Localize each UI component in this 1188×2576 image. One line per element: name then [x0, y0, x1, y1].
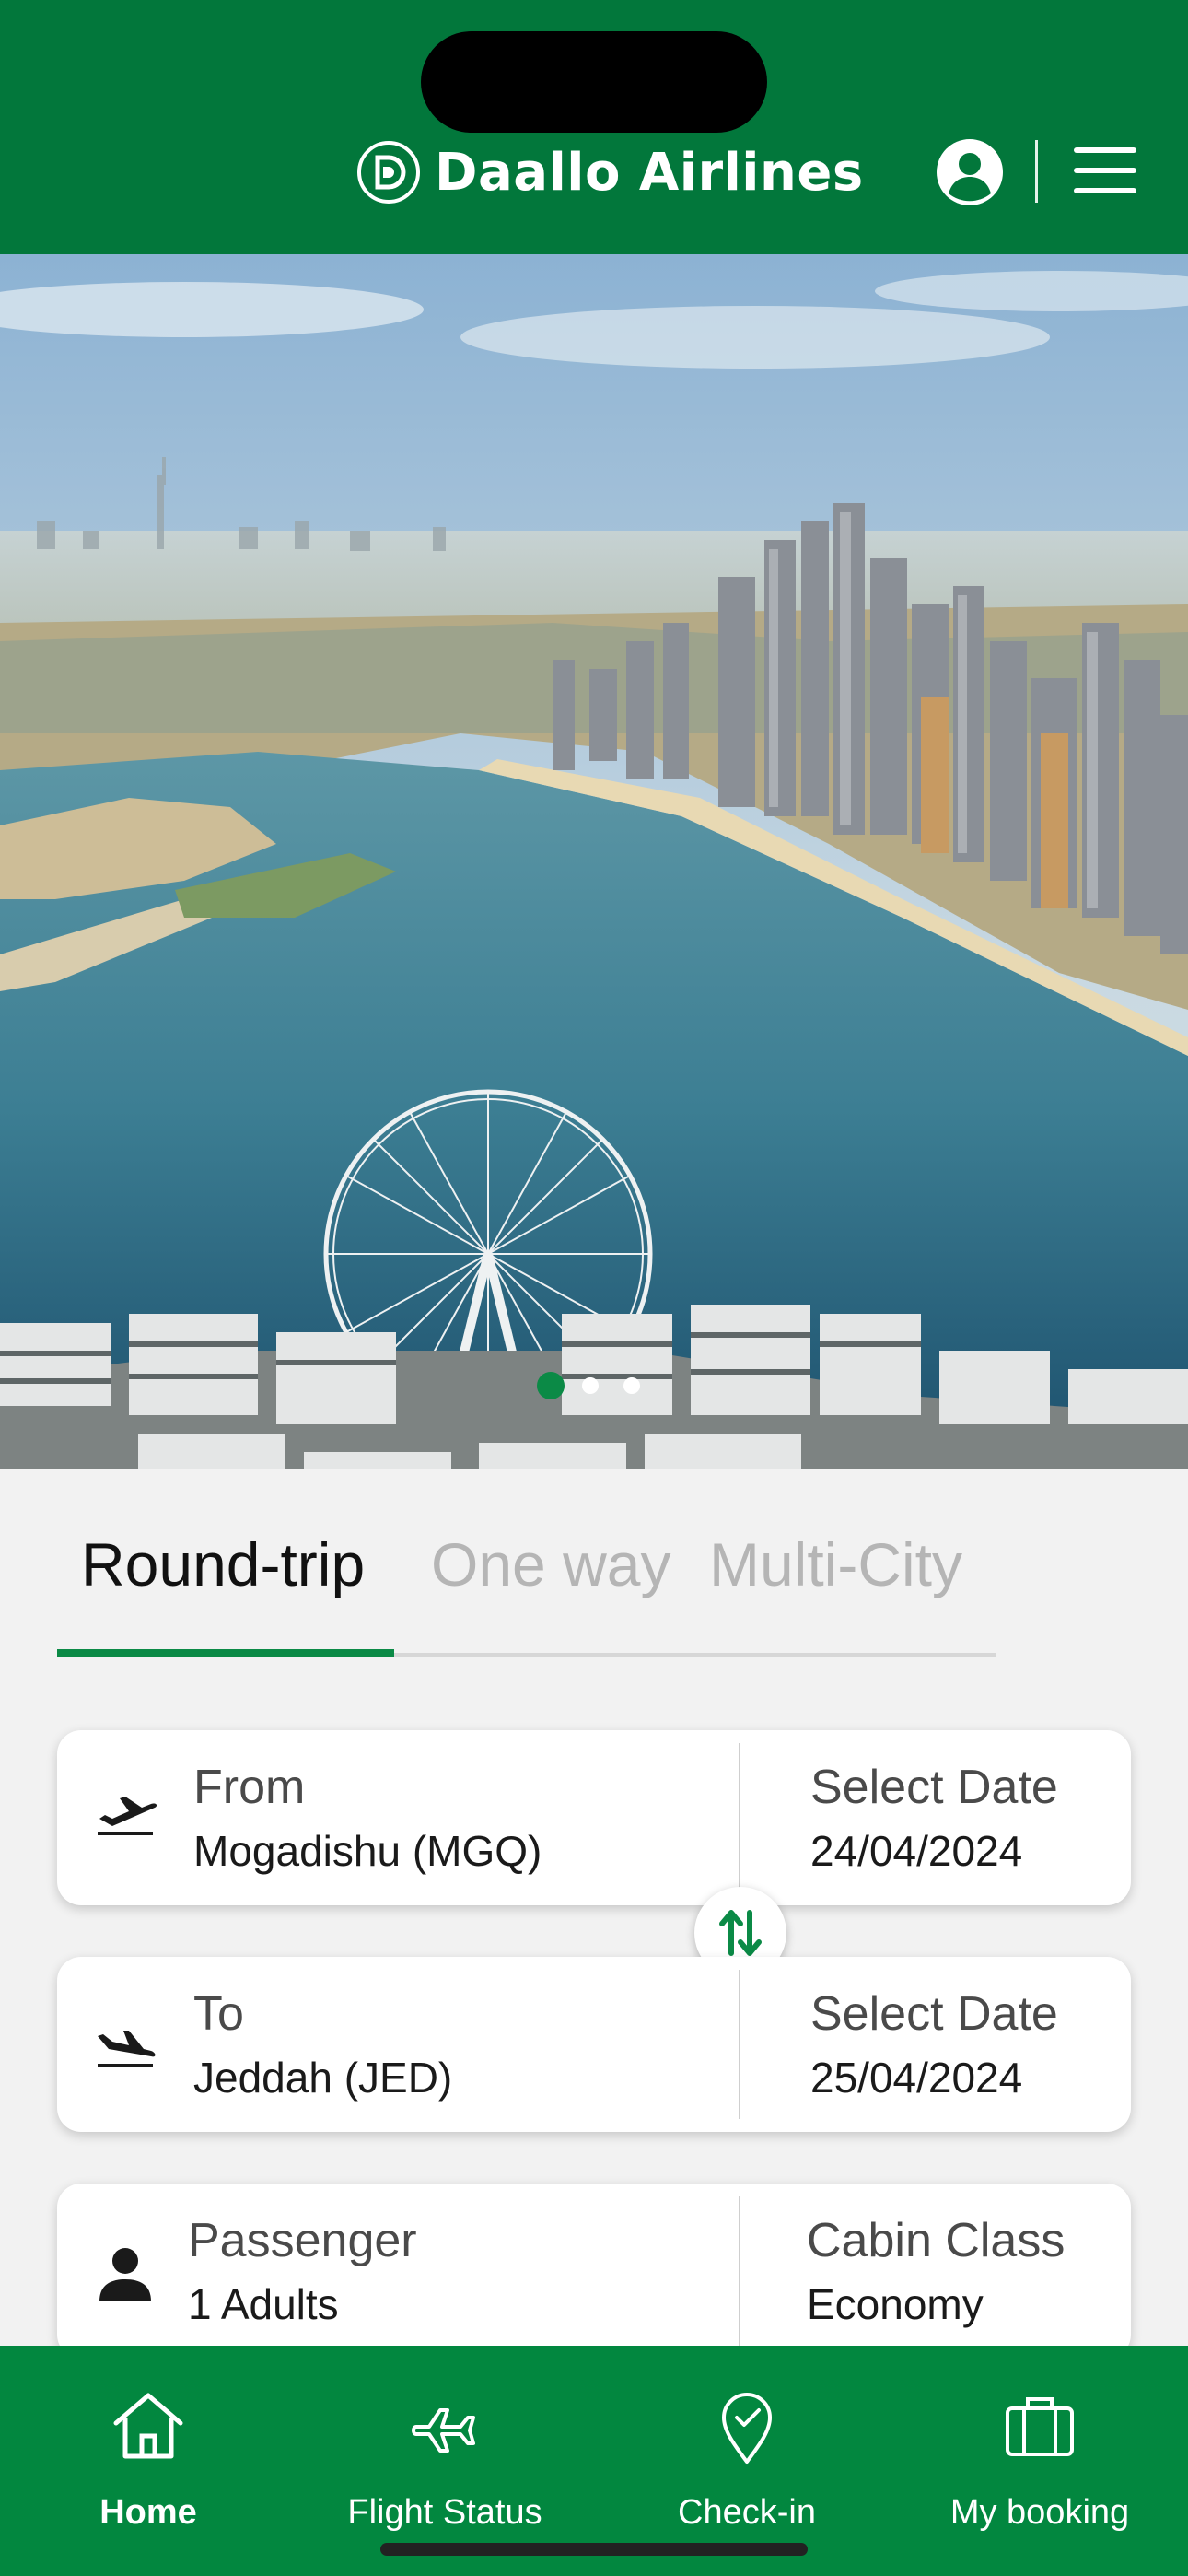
user-icon[interactable]: [936, 138, 1004, 206]
return-date[interactable]: 25/04/2024: [810, 2053, 1022, 2102]
tab-round-trip[interactable]: Round-trip: [81, 1529, 365, 1599]
to-card: To Jeddah (JED) Select Date 25/04/2024: [57, 1957, 1131, 2132]
depart-date-label: Select Date: [810, 1761, 1058, 1814]
tab-one-way[interactable]: One way: [431, 1529, 670, 1599]
person-icon: [99, 2248, 151, 2301]
carousel-dot[interactable]: [582, 1377, 599, 1394]
home-icon: [113, 2393, 183, 2459]
cabin-class-label: Cabin Class: [807, 2214, 1066, 2267]
nav-flight-status-label: Flight Status: [347, 2493, 542, 2532]
hamburger-menu-icon[interactable]: [1074, 147, 1136, 195]
return-date-label: Select Date: [810, 1987, 1058, 2041]
trip-type-tabs: Round-trip One way Multi-City: [57, 1511, 996, 1658]
card-divider: [739, 1970, 740, 2119]
card-divider: [739, 2196, 740, 2346]
airplane-icon: [412, 2408, 475, 2453]
app-header: Daallo Airlines: [0, 0, 1188, 254]
dubai-skyline-photo: [0, 254, 1188, 1469]
tab-multi-city[interactable]: Multi-City: [709, 1529, 962, 1599]
plane-takeoff-icon: [98, 1797, 157, 1835]
app-screen: Daallo Airlines Round-trip One way Multi…: [0, 0, 1188, 2576]
depart-date[interactable]: 24/04/2024: [810, 1826, 1022, 1876]
to-airport[interactable]: Jeddah (JED): [193, 2053, 452, 2102]
nav-home[interactable]: Home: [0, 2346, 297, 2576]
briefcase-icon: [1006, 2397, 1074, 2456]
brand-name: Daallo Airlines: [435, 142, 864, 203]
cabin-class-value[interactable]: Economy: [807, 2279, 984, 2329]
plane-landing-icon: [98, 2031, 156, 2067]
nav-home-label: Home: [99, 2493, 197, 2532]
from-airport[interactable]: Mogadishu (MGQ): [193, 1826, 542, 1876]
location-check-icon: [722, 2393, 772, 2464]
from-label: From: [193, 1761, 306, 1814]
tab-active-indicator: [57, 1649, 394, 1657]
home-indicator[interactable]: [380, 2543, 808, 2556]
carousel-dot-active[interactable]: [537, 1372, 565, 1399]
passenger-count[interactable]: 1 Adults: [188, 2279, 339, 2329]
dynamic-island: [421, 31, 767, 133]
to-label: To: [193, 1987, 244, 2041]
passenger-label: Passenger: [188, 2214, 417, 2267]
carousel-dots: [0, 1372, 1188, 1399]
carousel-dot[interactable]: [623, 1377, 640, 1394]
from-card: From Mogadishu (MGQ) Select Date 24/04/2…: [57, 1730, 1131, 1905]
brand[interactable]: Daallo Airlines: [355, 135, 864, 209]
bottom-nav: Home Flight Status Check-in My booking: [0, 2346, 1188, 2576]
nav-check-in[interactable]: Check-in: [599, 2346, 895, 2576]
nav-flight-status[interactable]: Flight Status: [297, 2346, 593, 2576]
header-divider: [1035, 140, 1038, 203]
nav-my-booking-label: My booking: [949, 2493, 1130, 2532]
nav-check-in-label: Check-in: [678, 2493, 816, 2532]
daallo-logo-icon: [357, 141, 420, 204]
passenger-card: Passenger 1 Adults Cabin Class Economy: [57, 2184, 1131, 2359]
hero-carousel[interactable]: [0, 254, 1188, 1469]
card-divider: [739, 1743, 740, 1892]
nav-my-booking[interactable]: My booking: [891, 2346, 1188, 2576]
